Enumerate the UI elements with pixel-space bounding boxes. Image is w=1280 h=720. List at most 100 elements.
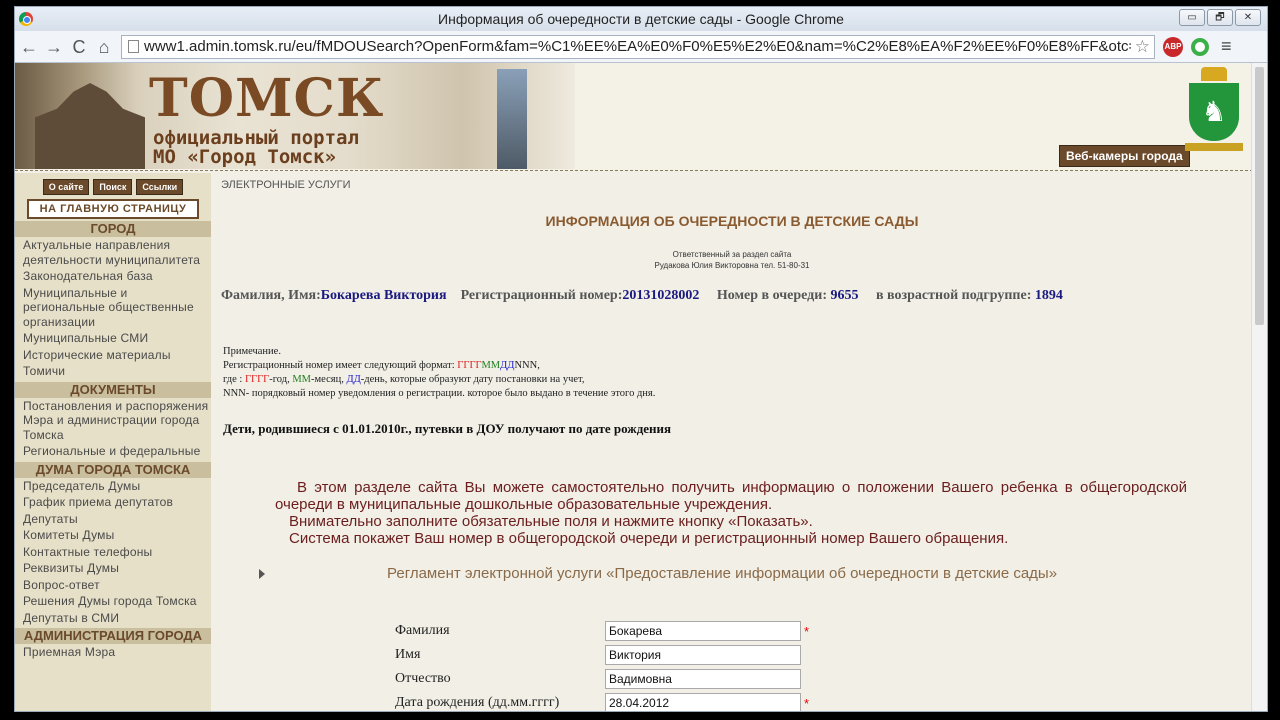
responsible-label: Ответственный за раздел сайта: [672, 250, 792, 259]
birthdate-input[interactable]: [605, 693, 801, 711]
legend-month-desc: -месяц,: [311, 374, 347, 385]
url-text[interactable]: www1.admin.tomsk.ru/eu/fMDOUSearch?OpenF…: [144, 38, 1131, 55]
surname-row: Фамилия *: [395, 619, 812, 643]
minimize-button[interactable]: ▭: [1179, 9, 1205, 26]
title-bar: Информация об очередности в детские сады…: [15, 7, 1267, 31]
legend-day: ДД: [346, 374, 361, 385]
crown-icon: [1201, 67, 1227, 81]
scrollbar-thumb[interactable]: [1255, 67, 1264, 325]
sidebar-item[interactable]: Вопрос-ответ: [15, 577, 211, 594]
search-form: Фамилия * Имя Отчество Дата рождения (дд…: [395, 619, 812, 711]
address-bar[interactable]: www1.admin.tomsk.ru/eu/fMDOUSearch?OpenF…: [121, 34, 1155, 59]
expand-arrow-icon[interactable]: [259, 568, 265, 579]
required-mark: *: [804, 695, 810, 711]
sidebar-item[interactable]: Томичи: [15, 363, 211, 380]
patronymic-input[interactable]: [605, 669, 801, 689]
window-title: Информация об очередности в детские сады…: [438, 11, 844, 27]
sidebar-item[interactable]: Председатель Думы: [15, 478, 211, 495]
subgroup-value: 1894: [1034, 288, 1063, 303]
sidebar-item[interactable]: Решения Думы города Томска: [15, 593, 211, 610]
firstname-input[interactable]: [605, 645, 801, 665]
maximize-button[interactable]: 🗗: [1207, 9, 1233, 26]
sidebar-item[interactable]: Реквизиты Думы: [15, 560, 211, 577]
page-content: ТОМСК официальный портал МО «Город Томск…: [15, 63, 1253, 711]
legend-month: ММ: [292, 374, 312, 385]
format-note: Примечание. Регистрационный номер имеет …: [223, 345, 655, 401]
sidebar-item[interactable]: График приема депутатов: [15, 494, 211, 511]
legend-year: ГГГГ: [244, 374, 270, 385]
sidebar: О сайте Поиск Ссылки НА ГЛАВНУЮ СТРАНИЦУ…: [15, 173, 211, 711]
reload-button[interactable]: C: [68, 36, 90, 58]
site-banner: ТОМСК официальный портал МО «Город Томск…: [15, 63, 1253, 171]
home-button[interactable]: ⌂: [93, 36, 115, 58]
breadcrumb[interactable]: ЭЛЕКТРОННЫЕ УСЛУГИ: [221, 179, 351, 191]
links-button[interactable]: Ссылки: [136, 179, 184, 195]
sidebar-item[interactable]: Актуальные направления деятельности муни…: [15, 237, 211, 268]
sidebar-item[interactable]: Комитеты Думы: [15, 527, 211, 544]
legend-year-desc: -год,: [269, 374, 293, 385]
sidebar-section-documents: ДОКУМЕНТЫ: [15, 381, 211, 398]
intro-paragraph-1: В этом разделе сайта Вы можете самостоят…: [275, 479, 1187, 513]
about-button[interactable]: О сайте: [42, 179, 90, 195]
home-page-button[interactable]: НА ГЛАВНУЮ СТРАНИЦУ: [27, 199, 199, 219]
extension-icon[interactable]: [1191, 37, 1209, 56]
tower-image: [497, 69, 527, 169]
surname-label: Фамилия: [395, 623, 450, 638]
reg-number-value: 20131028002: [622, 288, 700, 303]
webcam-button[interactable]: Веб-камеры города: [1059, 145, 1190, 167]
sidebar-section-duma: ДУМА ГОРОДА ТОМСКА: [15, 461, 211, 478]
note-format-prefix: Регистрационный номер имеет следующий фо…: [223, 360, 458, 371]
sidebar-item[interactable]: Муниципальные СМИ: [15, 330, 211, 347]
reglament-link[interactable]: Регламент электронной услуги «Предоставл…: [387, 565, 1057, 582]
sidebar-top-buttons: О сайте Поиск Ссылки: [15, 173, 211, 195]
name-row: Имя: [395, 643, 812, 667]
search-button[interactable]: Поиск: [93, 179, 133, 195]
forward-button[interactable]: →: [43, 36, 65, 58]
sidebar-item[interactable]: Постановления и распоряжения Мэра и адми…: [15, 398, 211, 444]
sidebar-item[interactable]: Региональные и федеральные: [15, 443, 211, 460]
sidebar-item[interactable]: Депутаты в СМИ: [15, 610, 211, 627]
name-label: Фамилия, Имя:: [221, 288, 321, 303]
site-subtitle: официальный портал МО «Город Томск»: [153, 129, 359, 167]
sidebar-item[interactable]: Приемная Мэра: [15, 644, 211, 661]
sidebar-item[interactable]: Исторические материалы: [15, 347, 211, 364]
note-format-line: Регистрационный номер имеет следующий фо…: [223, 359, 655, 373]
note-legend-prefix: где :: [223, 374, 245, 385]
patronymic-label: Отчество: [395, 671, 451, 686]
ribbon-icon: [1185, 143, 1243, 151]
browser-toolbar: ← → C ⌂ www1.admin.tomsk.ru/eu/fMDOUSear…: [15, 31, 1267, 63]
format-day: ДД: [500, 360, 515, 371]
responsible-person: Ответственный за раздел сайта Рудакова Ю…: [211, 249, 1253, 271]
format-seq: NNN,: [514, 360, 540, 371]
subgroup-label: в возрастной подгруппе:: [875, 288, 1032, 303]
adblock-extension-icon[interactable]: ABP: [1163, 36, 1183, 57]
note-legend-line: где : ГГГГ-год, ММ-месяц, ДД-день, котор…: [223, 373, 655, 387]
name-value: Бокарева Виктория: [320, 288, 447, 303]
queue-number-label: Номер в очереди:: [716, 288, 827, 303]
city-emblem: ♞: [1185, 67, 1245, 163]
chrome-menu-icon[interactable]: ≡: [1221, 36, 1232, 57]
sidebar-section-city: ГОРОД: [15, 221, 211, 237]
note-seq-line: NNN- порядковый номер уведомления о реги…: [223, 388, 656, 399]
sidebar-item[interactable]: Контактные телефоны: [15, 544, 211, 561]
sidebar-item[interactable]: Муниципальные и региональные общественны…: [15, 285, 211, 331]
format-month: ММ: [481, 360, 501, 371]
surname-input[interactable]: [605, 621, 801, 641]
main-content: ЭЛЕКТРОННЫЕ УСЛУГИ ИНФОРМАЦИЯ ОБ ОЧЕРЕДН…: [211, 173, 1253, 711]
horse-emblem-icon: ♞: [1189, 83, 1239, 141]
intro-text: В этом разделе сайта Вы можете самостоят…: [275, 479, 1187, 547]
vertical-scrollbar[interactable]: [1251, 63, 1267, 711]
intro-paragraph-3: Система покажет Ваш номер в общегородско…: [289, 530, 1009, 547]
sidebar-item[interactable]: Депутаты: [15, 511, 211, 528]
back-button[interactable]: ←: [18, 36, 40, 58]
format-year: ГГГГ: [457, 360, 482, 371]
patronymic-row: Отчество: [395, 667, 812, 691]
birthdate-rule: Дети, родившиеся с 01.01.2010г., путевки…: [223, 421, 672, 436]
responsible-contact: Рудакова Юлия Викторовна тел. 51-80-31: [654, 261, 810, 270]
intro-paragraph-2: Внимательно заполните обязательные поля …: [289, 513, 813, 530]
reglament-row[interactable]: Регламент электронной услуги «Предоставл…: [259, 565, 1057, 582]
bookmark-star-icon[interactable]: ☆: [1131, 37, 1154, 57]
close-button[interactable]: ✕: [1235, 9, 1261, 26]
required-mark: *: [804, 623, 810, 639]
sidebar-item[interactable]: Законодательная база: [15, 268, 211, 285]
